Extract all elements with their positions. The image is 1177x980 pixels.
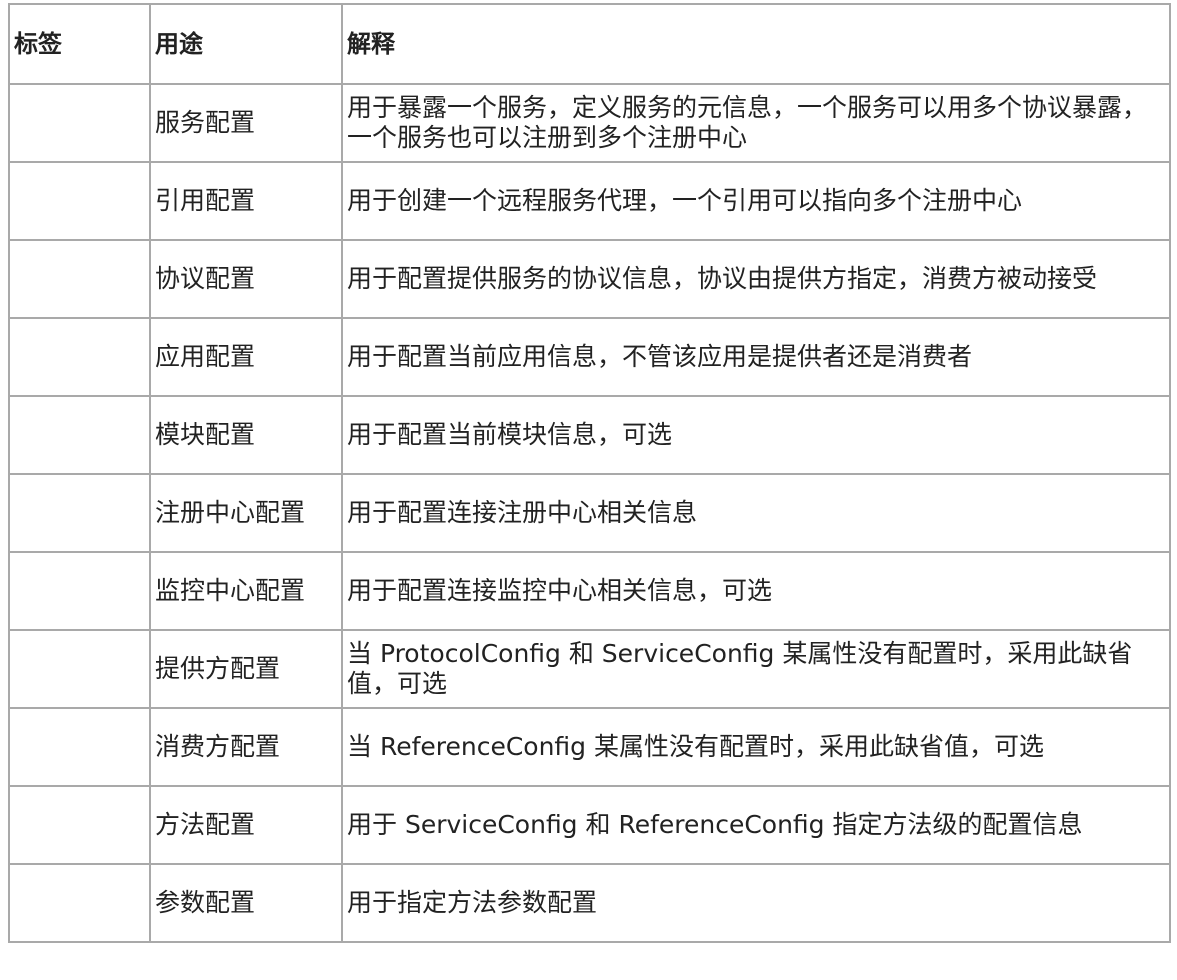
cell-tag — [8, 863, 151, 943]
config-table: 标签 用途 解释 服务配置 用于暴露一个服务，定义服务的元信息，一个服务可以用多… — [8, 3, 1171, 943]
table-row: 引用配置 用于创建一个远程服务代理，一个引用可以指向多个注册中心 — [8, 161, 1171, 241]
cell-purpose: 监控中心配置 — [149, 551, 343, 631]
table-row: 参数配置 用于指定方法参数配置 — [8, 863, 1171, 943]
cell-purpose: 参数配置 — [149, 863, 343, 943]
cell-tag — [8, 83, 151, 163]
header-tag: 标签 — [8, 3, 151, 85]
cell-tag — [8, 317, 151, 397]
table-row: 监控中心配置 用于配置连接监控中心相关信息，可选 — [8, 551, 1171, 631]
cell-tag — [8, 473, 151, 553]
cell-purpose: 注册中心配置 — [149, 473, 343, 553]
table-row: 应用配置 用于配置当前应用信息，不管该应用是提供者还是消费者 — [8, 317, 1171, 397]
table-row: 服务配置 用于暴露一个服务，定义服务的元信息，一个服务可以用多个协议暴露，一个服… — [8, 83, 1171, 163]
cell-explanation: 当 ProtocolConfig 和 ServiceConfig 某属性没有配置… — [341, 629, 1171, 709]
header-row: 标签 用途 解释 — [8, 3, 1171, 85]
cell-explanation: 当 ReferenceConfig 某属性没有配置时，采用此缺省值，可选 — [341, 707, 1171, 787]
cell-purpose: 协议配置 — [149, 239, 343, 319]
cell-explanation: 用于配置提供服务的协议信息，协议由提供方指定，消费方被动接受 — [341, 239, 1171, 319]
cell-explanation: 用于配置连接注册中心相关信息 — [341, 473, 1171, 553]
cell-purpose: 模块配置 — [149, 395, 343, 475]
cell-purpose: 服务配置 — [149, 83, 343, 163]
cell-tag — [8, 161, 151, 241]
cell-tag — [8, 395, 151, 475]
table-row: 提供方配置 当 ProtocolConfig 和 ServiceConfig 某… — [8, 629, 1171, 709]
table-row: 方法配置 用于 ServiceConfig 和 ReferenceConfig … — [8, 785, 1171, 865]
table-header: 标签 用途 解释 — [8, 3, 1171, 85]
cell-explanation: 用于配置当前应用信息，不管该应用是提供者还是消费者 — [341, 317, 1171, 397]
header-purpose: 用途 — [149, 3, 343, 85]
cell-purpose: 方法配置 — [149, 785, 343, 865]
table-body: 服务配置 用于暴露一个服务，定义服务的元信息，一个服务可以用多个协议暴露，一个服… — [8, 83, 1171, 943]
cell-explanation: 用于配置当前模块信息，可选 — [341, 395, 1171, 475]
cell-explanation: 用于暴露一个服务，定义服务的元信息，一个服务可以用多个协议暴露，一个服务也可以注… — [341, 83, 1171, 163]
cell-purpose: 应用配置 — [149, 317, 343, 397]
cell-tag — [8, 629, 151, 709]
cell-purpose: 引用配置 — [149, 161, 343, 241]
cell-explanation: 用于配置连接监控中心相关信息，可选 — [341, 551, 1171, 631]
table-row: 模块配置 用于配置当前模块信息，可选 — [8, 395, 1171, 475]
cell-explanation: 用于指定方法参数配置 — [341, 863, 1171, 943]
cell-tag — [8, 785, 151, 865]
table-row: 消费方配置 当 ReferenceConfig 某属性没有配置时，采用此缺省值，… — [8, 707, 1171, 787]
table-row: 协议配置 用于配置提供服务的协议信息，协议由提供方指定，消费方被动接受 — [8, 239, 1171, 319]
cell-tag — [8, 551, 151, 631]
cell-explanation: 用于 ServiceConfig 和 ReferenceConfig 指定方法级… — [341, 785, 1171, 865]
header-explanation: 解释 — [341, 3, 1171, 85]
cell-tag — [8, 707, 151, 787]
table-row: 注册中心配置 用于配置连接注册中心相关信息 — [8, 473, 1171, 553]
cell-purpose: 提供方配置 — [149, 629, 343, 709]
cell-tag — [8, 239, 151, 319]
cell-purpose: 消费方配置 — [149, 707, 343, 787]
cell-explanation: 用于创建一个远程服务代理，一个引用可以指向多个注册中心 — [341, 161, 1171, 241]
